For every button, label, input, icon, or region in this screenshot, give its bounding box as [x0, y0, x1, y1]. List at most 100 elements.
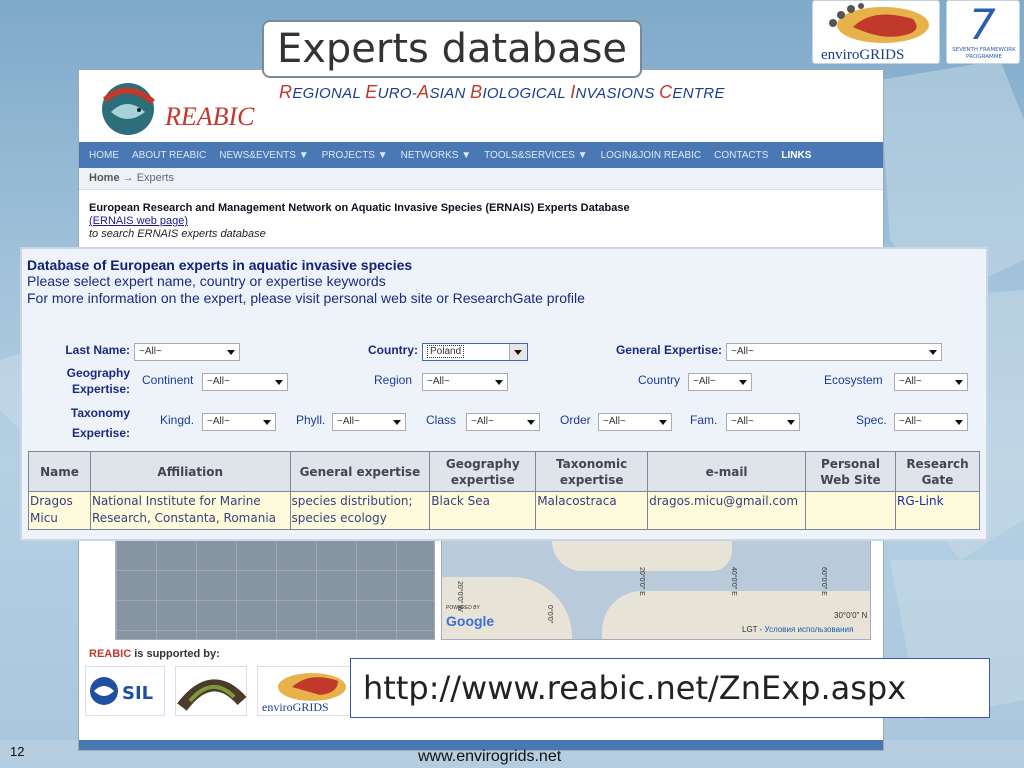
nav-links[interactable]: LINKS	[781, 150, 811, 161]
col-affiliation[interactable]: Affiliation	[89, 451, 291, 492]
envirogrids-wordmark: enviroGRIDS	[821, 47, 904, 63]
table-header-row: Name Affiliation General expertise Geogr…	[28, 451, 981, 492]
reabic-header: REABIC REGIONAL EURO-ASIAN BIOLOGICAL IN…	[79, 70, 883, 142]
envirogrids-sponsor-wordmark: enviroGRIDS	[262, 700, 329, 714]
database-instruction-2: For more information on the expert, plea…	[27, 290, 585, 306]
cell-affiliation: National Institute for Marine Research, C…	[89, 491, 291, 530]
ernais-note: to search ERNAIS experts database	[89, 228, 266, 240]
sil-logo[interactable]: SIL	[85, 666, 165, 716]
ernais-title: European Research and Management Network…	[89, 202, 630, 214]
col-name[interactable]: Name	[28, 451, 91, 492]
col-email[interactable]: e-mail	[647, 451, 807, 492]
order-label: Order	[560, 413, 591, 427]
coord-20e: 20°0'0" E	[638, 567, 645, 596]
region-label: Region	[374, 373, 413, 387]
nav-tools-services[interactable]: TOOLS&SERVICES ▼	[484, 150, 587, 161]
ecosystem-select[interactable]: ~All~	[894, 373, 968, 391]
continent-label: Continent	[142, 373, 194, 387]
family-select[interactable]: ~All~	[726, 413, 800, 431]
last-name-label: Last Name:	[65, 343, 130, 357]
geography-expertise-label: Geography Expertise:	[66, 366, 130, 396]
species-label: Spec.	[856, 413, 887, 427]
google-map[interactable]: 20°0'0" W 0°0'0" 20°0'0" E 40°0'0" E 60°…	[441, 540, 871, 640]
coord-30n: 30°0'0" N	[834, 611, 868, 620]
col-taxonomic-expertise[interactable]: Taxonomic expertise	[535, 451, 649, 492]
last-name-select[interactable]: ~All~	[134, 343, 240, 361]
nav-home[interactable]: HOME	[89, 150, 119, 161]
chevron-down-icon	[787, 420, 795, 425]
reabic-fish-emblem-icon	[102, 83, 155, 135]
chevron-down-icon	[527, 420, 535, 425]
breadcrumb-home[interactable]: Home	[89, 172, 120, 184]
species-select[interactable]: ~All~	[894, 413, 968, 431]
supported-by-label: REABIC is supported by:	[89, 648, 220, 660]
kingdom-label: Kingd.	[160, 413, 195, 427]
research-gate-link[interactable]: RG-Link	[894, 491, 981, 530]
map-attribution: LGT - Условия использования	[742, 625, 854, 634]
col-research-gate[interactable]: Research Gate	[894, 451, 981, 492]
table-row: Dragos Micu National Institute for Marine…	[28, 491, 981, 530]
chevron-down-icon	[393, 420, 401, 425]
nav-login-join[interactable]: LOGIN&JOIN REABIC	[601, 150, 702, 161]
database-instruction-1: Please select expert name, country or ex…	[27, 273, 386, 289]
class-label: Class	[426, 413, 457, 427]
nav-contacts[interactable]: CONTACTS	[714, 150, 768, 161]
results-table: Name Affiliation General expertise Geogr…	[28, 451, 981, 530]
col-personal-web-site[interactable]: Personal Web Site	[805, 451, 896, 492]
nav-networks[interactable]: NETWORKS ▼	[401, 150, 471, 161]
footer-website: www.envirogrids.net	[418, 748, 562, 765]
geo-country-select[interactable]: ~All~	[688, 373, 752, 391]
coord-60e: 60°0'0" E	[820, 567, 827, 596]
family-label: Fam.	[690, 413, 718, 427]
source-url[interactable]: http://www.reabic.net/ZnExp.aspx	[350, 658, 990, 718]
kingdom-select[interactable]: ~All~	[202, 413, 276, 431]
chevron-down-icon	[514, 350, 522, 355]
nav-projects[interactable]: PROJECTS ▼	[322, 150, 388, 161]
coord-0: 0°0'0"	[546, 605, 553, 624]
breadcrumb-current: Experts	[136, 172, 174, 184]
nav-about[interactable]: ABOUT REABIC	[132, 150, 206, 161]
general-expertise-select[interactable]: ~All~	[726, 343, 942, 361]
nav-news-events[interactable]: NEWS&EVENTS ▼	[219, 150, 308, 161]
chevron-down-icon	[275, 380, 283, 385]
database-title: Database of European experts in aquatic …	[27, 257, 413, 273]
order-select[interactable]: ~All~	[598, 413, 672, 431]
ecosystem-label: Ecosystem	[824, 373, 883, 387]
cell-geography: Black Sea	[429, 491, 537, 530]
map-terms-link[interactable]: Условия использования	[765, 625, 854, 634]
phylum-select[interactable]: ~All~	[332, 413, 406, 431]
class-select[interactable]: ~All~	[466, 413, 540, 431]
chevron-down-icon	[227, 350, 235, 355]
chevron-down-icon	[955, 380, 963, 385]
diarma-logo[interactable]	[175, 666, 247, 716]
cell-name: Dragos Micu	[28, 491, 91, 530]
experts-database-panel: Database of European experts in aquatic …	[20, 247, 988, 541]
country-label: Country:	[368, 343, 418, 357]
envirogrids-sponsor-logo[interactable]: enviroGRIDS	[257, 666, 353, 716]
cell-website	[805, 491, 896, 530]
chevron-down-icon	[955, 420, 963, 425]
fp7-text-top: SEVENTH FRAMEWORK	[952, 47, 1016, 53]
breadcrumb-arrow-icon: →	[122, 172, 134, 184]
map-left[interactable]	[115, 540, 435, 640]
country-select[interactable]: Poland	[422, 343, 528, 361]
reabic-nav: HOME ABOUT REABIC NEWS&EVENTS ▼ PROJECTS…	[79, 142, 883, 168]
chevron-down-icon	[659, 420, 667, 425]
chevron-down-icon	[929, 350, 937, 355]
ernais-web-page-link[interactable]: (ERNAIS web page)	[89, 215, 188, 227]
slide-number: 12	[10, 744, 25, 759]
region-select[interactable]: ~All~	[422, 373, 508, 391]
chevron-down-icon	[263, 420, 271, 425]
continent-select[interactable]: ~All~	[202, 373, 288, 391]
geo-country-label: Country	[638, 373, 681, 387]
taxonomy-expertise-label: Taxonomy Expertise:	[70, 406, 130, 440]
col-geography-expertise[interactable]: Geography expertise	[429, 451, 537, 492]
col-general-expertise[interactable]: General expertise	[289, 451, 431, 492]
fp7-numeral: 7	[969, 1, 996, 49]
envirogrids-logo: enviroGRIDS	[812, 0, 940, 64]
map-powered-by: POWERED BY	[446, 605, 480, 611]
slide-title: Experts database	[262, 20, 642, 78]
coord-40e: 40°0'0" E	[730, 567, 737, 596]
fp7-logo: 7 SEVENTH FRAMEWORK PROGRAMME	[946, 0, 1020, 64]
cell-email[interactable]: dragos.micu@gmail.com	[647, 491, 807, 530]
